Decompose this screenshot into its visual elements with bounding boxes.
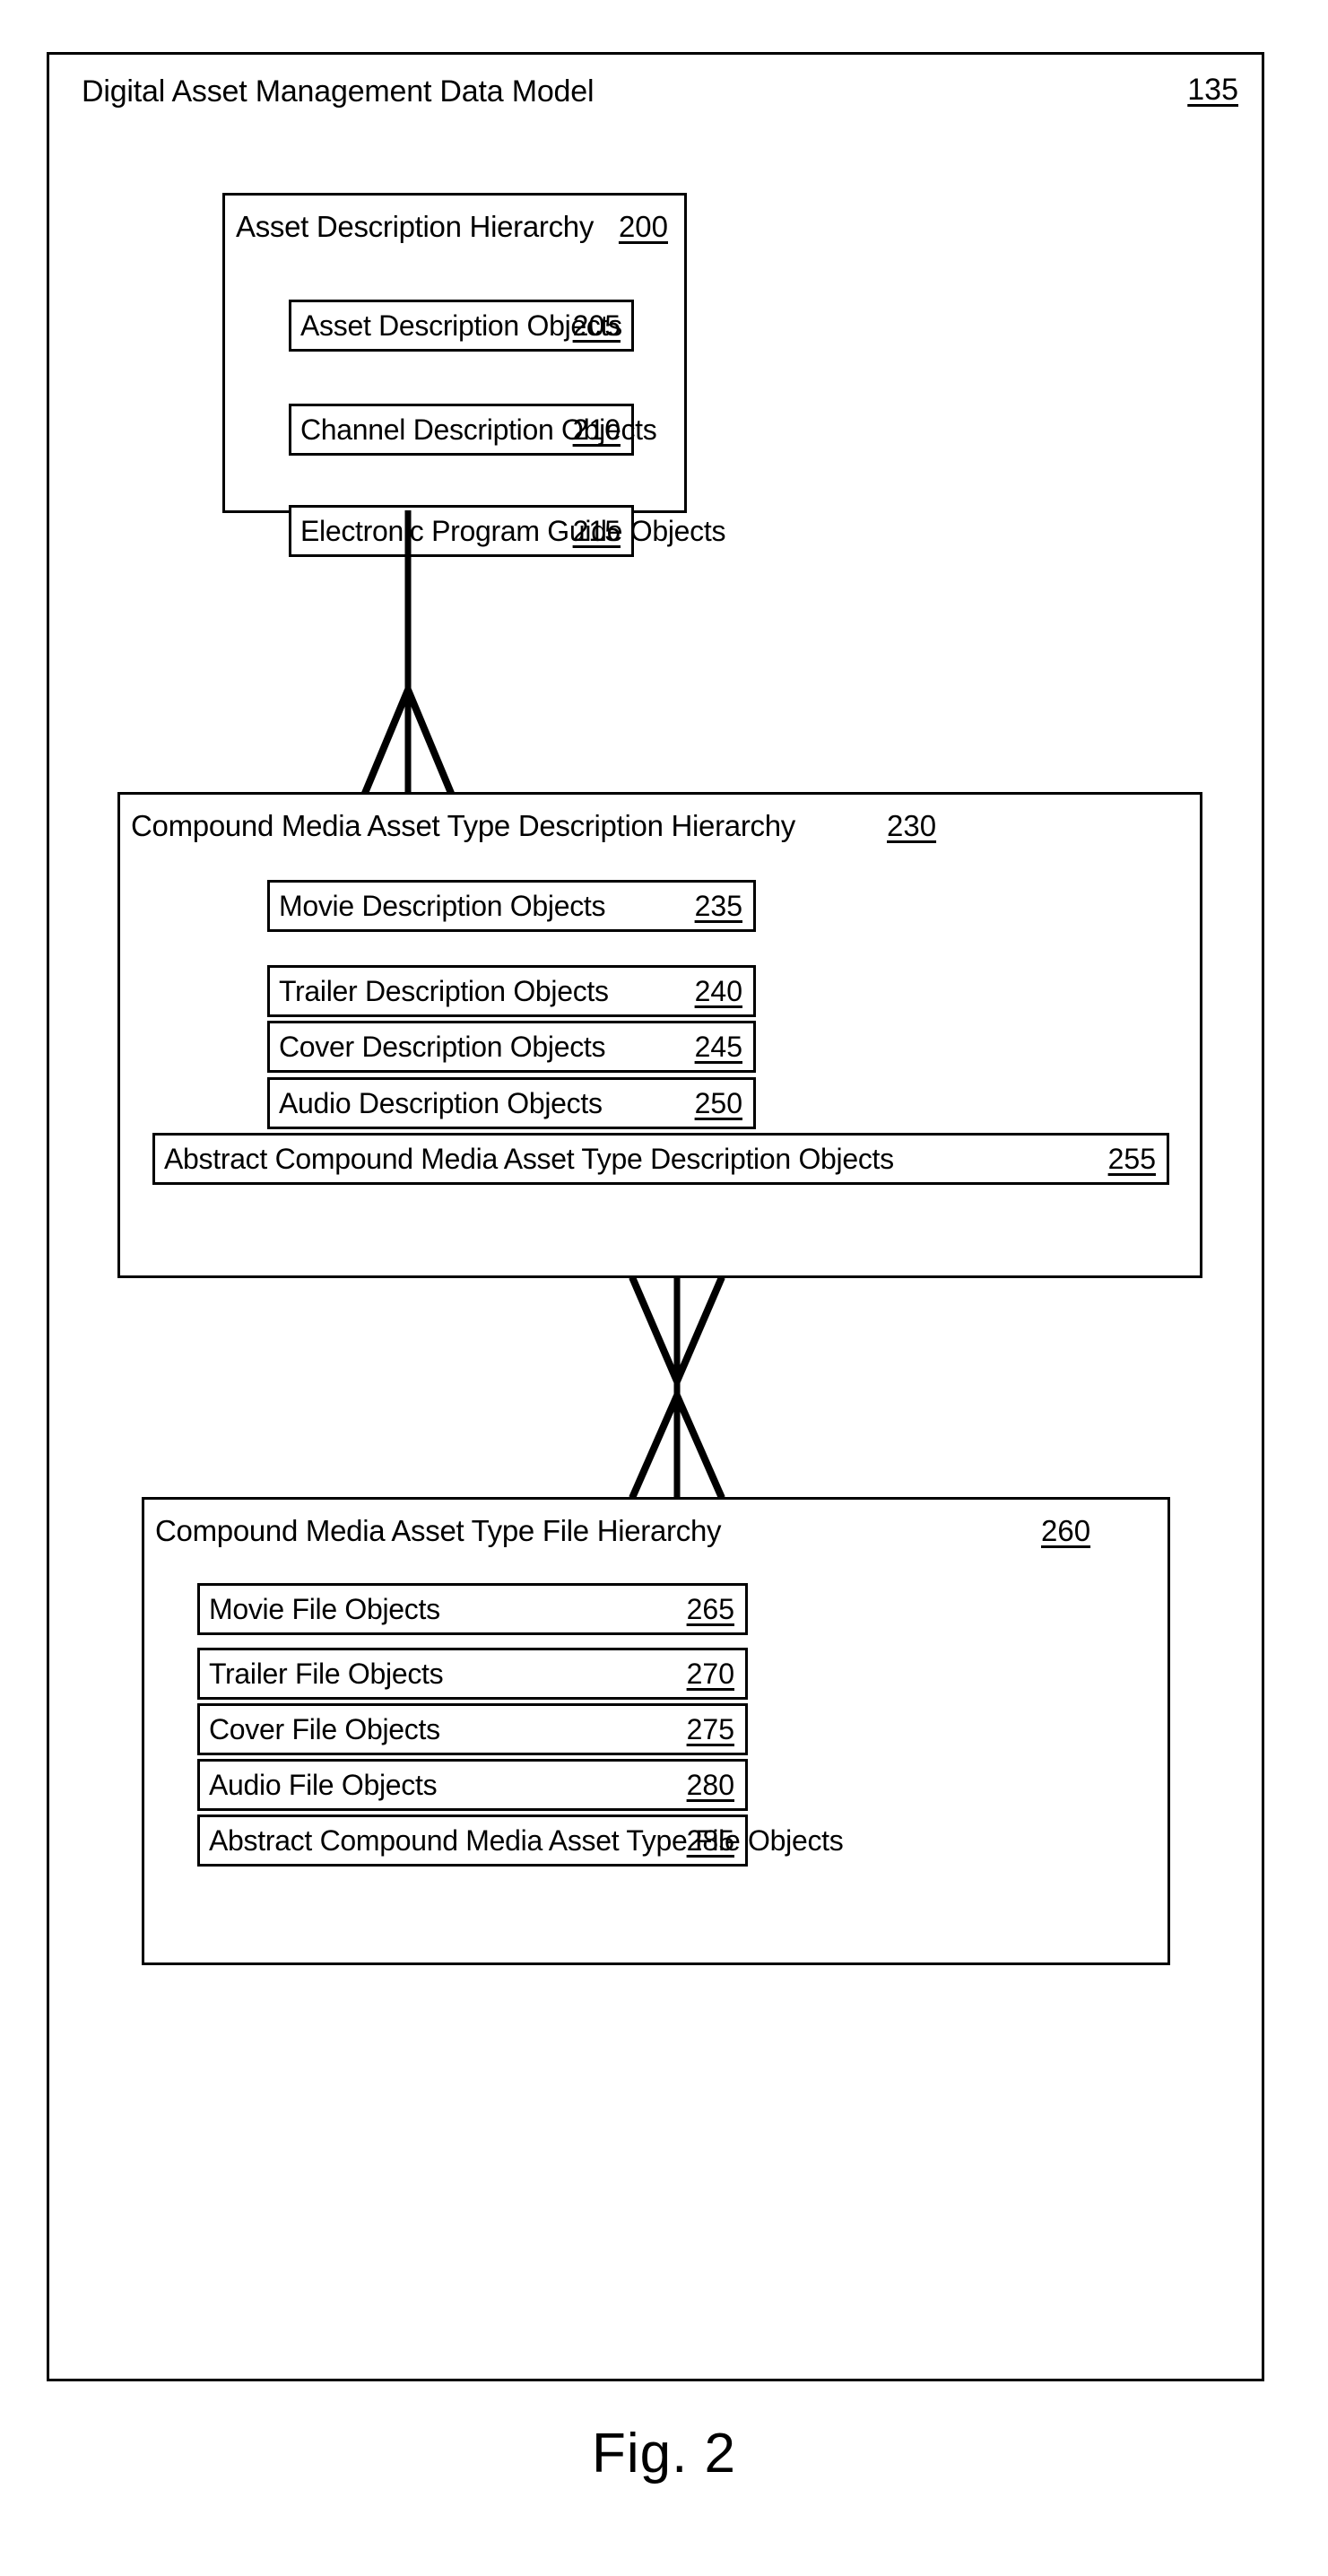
object-ref: 270	[686, 1657, 734, 1690]
list-item-trailer-description-objects[interactable]: Trailer Description Objects 240	[267, 965, 756, 1017]
object-label: Abstract Compound Media Asset Type Descr…	[164, 1142, 894, 1175]
list-item-abstract-compound-media-asset-type-description-objects[interactable]: Abstract Compound Media Asset Type Descr…	[152, 1133, 1169, 1185]
group-title-asset-description-hierarchy: Asset Description Hierarchy	[236, 210, 595, 243]
connector-compound-description-to-file	[587, 1275, 767, 1500]
group-title-compound-description-hierarchy: Compound Media Asset Type Description Hi…	[131, 809, 795, 842]
object-ref: 205	[572, 309, 621, 342]
list-item-asset-description-objects[interactable]: Asset Description Objects 205	[289, 300, 634, 352]
page-title: Digital Asset Management Data Model	[82, 74, 595, 109]
object-label: Audio Description Objects	[279, 1086, 603, 1119]
object-label: Abstract Compound Media Asset Type File …	[209, 1823, 844, 1857]
figure-outer-frame: Digital Asset Management Data Model 135 …	[47, 52, 1264, 2381]
object-ref: 210	[572, 413, 621, 446]
object-ref: 285	[686, 1823, 734, 1857]
model-reference-numeral: 135	[1187, 73, 1238, 107]
group-ref-compound-file-hierarchy: 260	[1041, 1514, 1091, 1547]
object-label: Movie File Objects	[209, 1592, 440, 1625]
object-ref: 280	[686, 1768, 734, 1801]
object-ref: 240	[694, 974, 742, 1007]
object-ref: 215	[572, 514, 621, 547]
list-item-cover-file-objects[interactable]: Cover File Objects 275	[197, 1703, 748, 1755]
group-compound-media-asset-type-description-hierarchy[interactable]: Compound Media Asset Type Description Hi…	[117, 792, 1202, 1278]
object-ref: 245	[694, 1030, 742, 1063]
object-label: Trailer Description Objects	[279, 974, 609, 1007]
group-ref-asset-description-hierarchy: 200	[618, 210, 668, 243]
figure-caption: Fig. 2	[591, 2423, 737, 2485]
object-label: Cover File Objects	[209, 1712, 440, 1745]
object-ref: 275	[686, 1712, 734, 1745]
list-item-channel-description-objects[interactable]: Channel Description Objects 210	[289, 404, 657, 456]
list-item-movie-description-objects[interactable]: Movie Description Objects 235	[267, 880, 756, 932]
group-ref-compound-description-hierarchy: 230	[887, 809, 937, 842]
object-ref: 255	[1107, 1142, 1156, 1175]
list-item-movie-file-objects[interactable]: Movie File Objects 265	[197, 1583, 748, 1635]
object-ref: 250	[694, 1086, 742, 1119]
object-ref: 235	[694, 889, 742, 922]
group-compound-media-asset-type-file-hierarchy[interactable]: Compound Media Asset Type File Hierarchy…	[142, 1497, 1170, 1965]
list-item-cover-description-objects[interactable]: Cover Description Objects 245	[267, 1021, 756, 1073]
group-title-compound-file-hierarchy: Compound Media Asset Type File Hierarchy	[155, 1514, 722, 1547]
object-label: Trailer File Objects	[209, 1657, 444, 1690]
object-label: Audio File Objects	[209, 1768, 438, 1801]
object-label: Movie Description Objects	[279, 889, 606, 922]
list-item-audio-description-objects[interactable]: Audio Description Objects 250	[267, 1077, 756, 1129]
group-asset-description-hierarchy[interactable]: Asset Description Hierarchy 200 Asset De…	[222, 193, 725, 557]
connector-asset-to-compound-description	[318, 510, 498, 797]
object-label: Cover Description Objects	[279, 1030, 606, 1063]
list-item-trailer-file-objects[interactable]: Trailer File Objects 270	[197, 1648, 748, 1700]
list-item-abstract-compound-media-asset-type-file-objects[interactable]: Abstract Compound Media Asset Type File …	[197, 1815, 844, 1867]
object-ref: 265	[686, 1592, 734, 1625]
list-item-audio-file-objects[interactable]: Audio File Objects 280	[197, 1759, 748, 1811]
